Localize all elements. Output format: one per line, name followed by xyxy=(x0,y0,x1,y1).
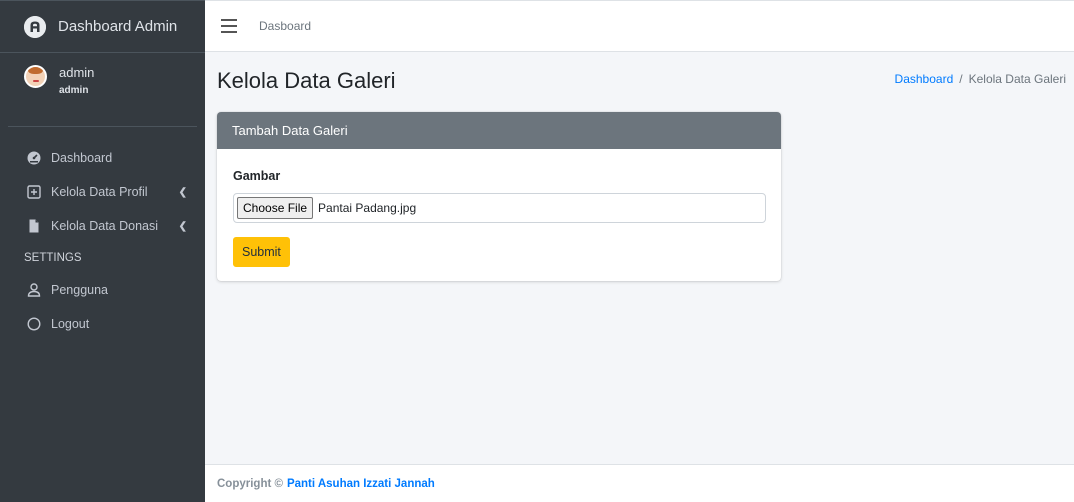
sidebar-item-kelola-data-donasi[interactable]: Kelola Data Donasi ❮ xyxy=(0,209,205,243)
sidebar-item-label: Dashboard xyxy=(51,151,113,165)
topbar-dashboard-link[interactable]: Dasboard xyxy=(259,19,311,33)
sidebar-item-label: Logout xyxy=(51,317,90,331)
chevron-left-icon: ❮ xyxy=(178,186,187,198)
sidebar-item-kelola-data-profil[interactable]: Kelola Data Profil ❮ xyxy=(0,175,205,209)
breadcrumb-home-link[interactable]: Dashboard xyxy=(895,72,954,86)
footer: Copyright © Panti Asuhan Izzati Jannah xyxy=(205,464,1074,502)
breadcrumb: Dashboard / Kelola Data Galeri xyxy=(895,72,1066,86)
submit-button[interactable]: Submit xyxy=(233,237,290,267)
sidebar-item-dashboard[interactable]: Dashboard xyxy=(0,141,205,175)
sidebar-item-label: Pengguna xyxy=(51,283,109,297)
gambar-label: Gambar xyxy=(233,169,281,183)
content-wrapper: Kelola Data Galeri Dashboard / Kelola Da… xyxy=(205,52,1074,464)
sidebar-item-label: Kelola Data Donasi xyxy=(51,219,159,233)
user-icon xyxy=(27,283,41,297)
user-role: admin xyxy=(59,84,89,96)
avatar[interactable] xyxy=(24,65,47,88)
choose-file-button[interactable]: Choose File xyxy=(237,197,314,219)
breadcrumb-current: Kelola Data Galeri xyxy=(968,72,1066,86)
file-icon xyxy=(27,219,41,233)
card-title: Tambah Data Galeri xyxy=(217,112,781,149)
hamburger-menu-icon[interactable] xyxy=(221,19,237,33)
footer-org-link[interactable]: Panti Asuhan Izzati Jannah xyxy=(287,478,435,490)
selected-file-name: Pantai Padang.jpg xyxy=(318,201,417,215)
nav-header-settings: SETTINGS xyxy=(24,252,82,264)
sidebar: Dashboard Admin admin admin Dashboard Ke… xyxy=(0,0,205,502)
user-panel: admin admin xyxy=(8,53,197,127)
top-navbar: Dasboard xyxy=(205,0,1074,52)
chevron-left-icon: ❮ xyxy=(178,220,187,232)
user-name[interactable]: admin xyxy=(59,65,94,81)
breadcrumb-separator: / xyxy=(959,72,963,86)
brand-title: Dashboard Admin xyxy=(58,18,178,35)
brand-logo-icon xyxy=(24,15,46,38)
file-input[interactable]: Choose File Pantai Padang.jpg xyxy=(233,193,766,223)
plus-square-icon xyxy=(27,185,41,199)
sidebar-item-pengguna[interactable]: Pengguna xyxy=(0,273,205,307)
circle-icon xyxy=(27,317,41,331)
sidebar-item-logout[interactable]: Logout xyxy=(0,307,205,341)
sidebar-item-label: Kelola Data Profil xyxy=(51,185,148,199)
tachometer-icon xyxy=(27,151,41,165)
page-title: Kelola Data Galeri xyxy=(217,68,396,93)
brand-link[interactable]: Dashboard Admin xyxy=(0,1,205,53)
add-gallery-card: Tambah Data Galeri Gambar Choose File Pa… xyxy=(217,112,781,281)
copyright-text: Copyright © xyxy=(217,477,283,490)
sidebar-nav: Dashboard Kelola Data Profil ❮ Kelola Da… xyxy=(0,127,205,341)
